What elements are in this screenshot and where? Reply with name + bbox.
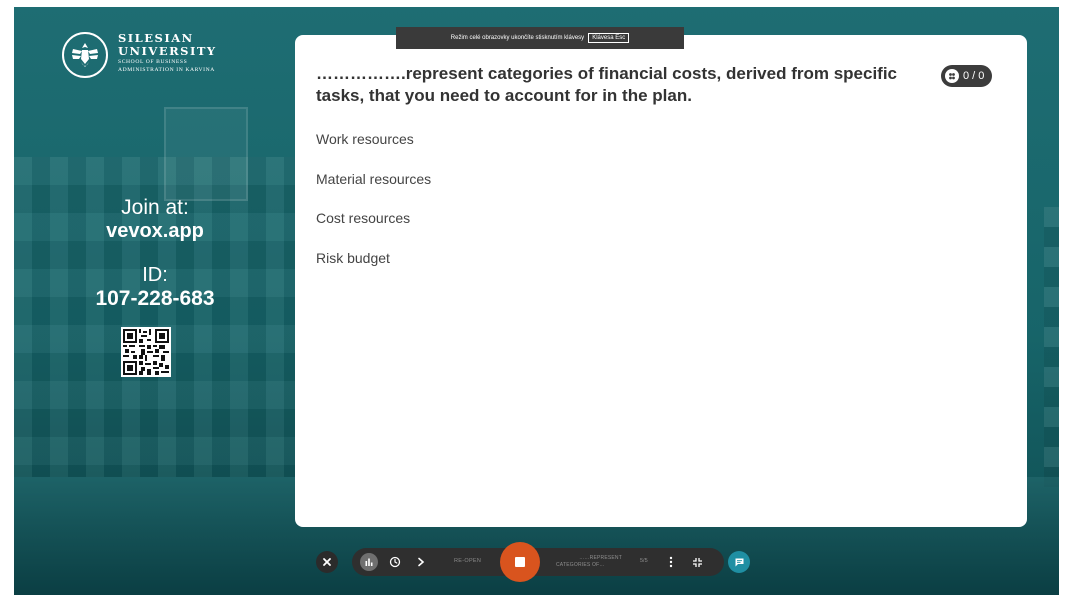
collapse-icon — [692, 557, 702, 567]
chat-icon — [735, 558, 743, 566]
join-url: vevox.app — [106, 220, 204, 242]
qr-code — [121, 327, 171, 377]
session-id-label: ID: — [142, 264, 168, 286]
results-button[interactable] — [360, 553, 378, 571]
stop-icon — [515, 557, 525, 567]
esc-key-label: Klávesa Esc — [588, 33, 630, 43]
fullscreen-exit-hint: Režim celé obrazovky ukončíte stisknutím… — [396, 27, 684, 49]
option-2: Material resources — [316, 171, 432, 187]
stop-voting-button[interactable] — [500, 542, 540, 582]
slide-count: 5/5 — [640, 558, 648, 564]
messages-button[interactable] — [728, 551, 750, 573]
next-button[interactable] — [412, 553, 430, 571]
university-logo: SILESIAN UNIVERSITY SCHOOL OF BUSINESS A… — [62, 32, 217, 78]
clock-icon — [389, 556, 401, 568]
option-4: Risk budget — [316, 250, 390, 266]
logo-line-3: SCHOOL OF BUSINESS — [118, 59, 188, 65]
option-3: Cost resources — [316, 210, 411, 226]
more-vertical-icon — [669, 556, 673, 568]
timer-button[interactable] — [386, 553, 404, 571]
option-1: Work resources — [316, 131, 414, 147]
question-card: …………….represent categories of financial … — [295, 35, 1027, 527]
presenter-toolbar: RE-OPEN ……REPRESENT CATEGORIES OF… 5/5 — [352, 542, 724, 582]
close-icon — [323, 558, 331, 566]
reopen-button[interactable]: RE-OPEN — [454, 558, 481, 564]
chevron-right-icon — [418, 557, 425, 567]
close-button[interactable] — [316, 551, 338, 573]
logo-line-2: UNIVERSITY — [118, 44, 217, 58]
exit-fullscreen-button[interactable] — [688, 553, 706, 571]
logo-line-4: ADMINISTRATION IN KARVINA — [118, 67, 215, 73]
logo-text: SILESIAN UNIVERSITY SCHOOL OF BUSINESS A… — [118, 32, 217, 74]
session-id: 107-228-683 — [95, 287, 215, 310]
background-clock-tower — [164, 107, 248, 201]
response-count: 0 / 0 — [963, 70, 985, 82]
more-options-button[interactable] — [664, 553, 678, 571]
response-counter: 0 / 0 — [941, 65, 993, 87]
bar-chart-icon — [365, 558, 373, 566]
join-label: Join at: — [121, 196, 189, 219]
question-text: …………….represent categories of financial … — [316, 64, 898, 105]
background-building-right — [1044, 207, 1059, 487]
participants-icon — [945, 69, 959, 83]
esc-hint-text: Režim celé obrazovky ukončíte stisknutím… — [450, 35, 585, 41]
eagle-emblem-icon — [62, 32, 108, 78]
